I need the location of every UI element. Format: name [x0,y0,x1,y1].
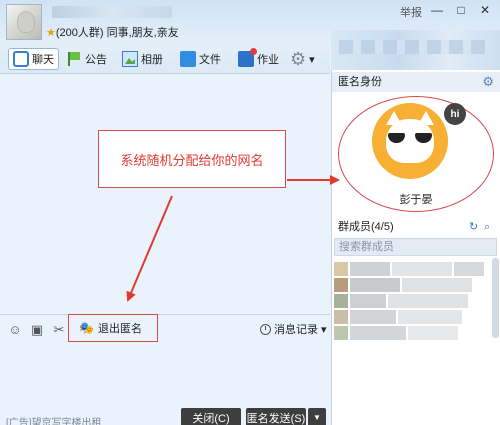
members-title: 群成员(4/5) [338,221,394,233]
settings-menu[interactable]: ⚙ ▾ [290,48,315,70]
members-header: 群成员(4/5) ↻ ⌕ [332,218,500,236]
tab-files[interactable]: 文件 [180,48,221,70]
anonymous-send-button[interactable]: 匿名发送(S) [246,408,306,425]
minimize-button[interactable]: — [428,4,446,18]
photo-icon [122,51,138,67]
exit-anonymous-button[interactable]: 🎭 退出匿名 [68,314,158,342]
list-item[interactable] [334,326,458,340]
homework-icon [238,48,257,67]
annotation-callout: 系统随机分配给你的网名 [98,130,286,188]
tab-chat-label: 聊天 [32,54,54,66]
flag-icon [66,51,82,67]
member-search-input[interactable]: 搜索群成员 [334,238,497,256]
image-icon[interactable]: ▣ [30,323,44,337]
list-item[interactable] [334,310,462,324]
history-label: 消息记录 [274,324,318,336]
send-options-dropdown[interactable]: ▼ [308,408,326,425]
mask-icon: 🎭 [79,321,94,335]
group-avatar[interactable] [6,4,42,40]
gear-icon: ⚙ [290,49,307,69]
ad-text[interactable]: [广告]望京写字楼出租 [6,414,102,425]
avatar [334,326,348,340]
tab-homework-label: 作业 [257,54,279,66]
avatar [334,278,348,292]
member-list-scrollbar[interactable] [492,258,499,338]
tab-announcement-label: 公告 [85,54,107,66]
chat-icon [13,51,29,67]
tab-album[interactable]: 相册 [122,48,163,70]
tab-files-label: 文件 [199,54,221,66]
tab-album-label: 相册 [141,54,163,66]
avatar [334,294,348,308]
report-button[interactable]: 举报 [400,4,422,20]
folder-icon [180,51,196,67]
anonymous-name: 彭于晏 [399,194,433,206]
list-item[interactable] [334,262,484,276]
group-info-text: (200人群) 同事,朋友,亲友 [55,27,179,39]
anonymous-avatar[interactable] [372,103,448,179]
chevron-down-icon: ▾ [321,323,327,336]
list-item[interactable] [334,294,468,308]
sunglasses-icon [388,133,432,143]
message-history-button[interactable]: 消息记录 ▾ [260,321,327,337]
avatar [334,262,348,276]
anonymous-identity-header: 匿名身份 ⚙ [332,72,500,92]
avatar [334,310,348,324]
refresh-icon[interactable]: ↻ [469,218,478,236]
gear-icon[interactable]: ⚙ [482,72,494,92]
search-icon[interactable]: ⌕ [484,218,490,236]
maximize-button[interactable]: □ [452,4,470,18]
emoji-icon[interactable]: ☺ [8,323,22,337]
tab-announcement[interactable]: 公告 [66,48,107,70]
tab-homework[interactable]: 作业 [238,48,279,70]
anonymous-identity-title: 匿名身份 [338,76,382,88]
close-window-button[interactable]: ✕ [476,4,494,18]
star-icon: ★ [46,27,56,39]
clock-icon [260,323,271,335]
chevron-down-icon: ▾ [309,53,315,66]
annotation-text: 系统随机分配给你的网名 [120,152,264,168]
exit-anonymous-label: 退出匿名 [97,323,142,335]
scissors-icon[interactable]: ✂ [52,323,66,337]
hi-badge[interactable]: hi [444,103,466,125]
feature-toolbar: 聊天 公告 相册 文件 作业 ⚙ ▾ [0,44,330,74]
group-description: ★(200人群) 同事,朋友,亲友 [46,24,179,40]
group-name-blurred [52,6,172,18]
message-area[interactable] [0,74,330,314]
tab-chat[interactable]: 聊天 [8,48,59,70]
close-button[interactable]: 关闭(C) [181,408,241,425]
blurred-banner [331,30,500,70]
list-item[interactable] [334,278,472,292]
